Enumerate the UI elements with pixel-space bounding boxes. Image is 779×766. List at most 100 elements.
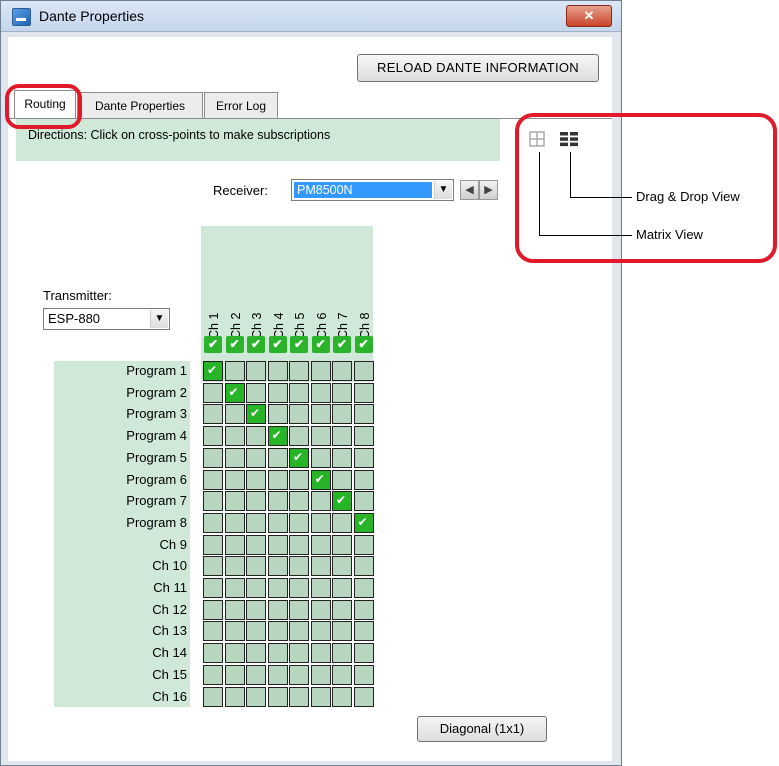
reload-dante-information-button[interactable]: RELOAD DANTE INFORMATION bbox=[357, 54, 599, 82]
crosspoint[interactable] bbox=[332, 686, 352, 707]
crosspoint[interactable] bbox=[289, 664, 309, 685]
crosspoint[interactable] bbox=[353, 469, 374, 490]
crosspoint[interactable] bbox=[246, 578, 266, 598]
check-icon[interactable]: ✔ bbox=[354, 336, 373, 353]
chevron-down-icon[interactable]: ▼ bbox=[434, 181, 452, 199]
crosspoint[interactable] bbox=[332, 578, 352, 598]
crosspoint[interactable] bbox=[203, 404, 223, 425]
previous-receiver-button[interactable]: ◀ bbox=[460, 180, 479, 200]
crosspoint[interactable] bbox=[267, 404, 288, 425]
crosspoint[interactable] bbox=[332, 404, 352, 425]
crosspoint[interactable] bbox=[246, 447, 266, 468]
crosspoint[interactable] bbox=[310, 447, 331, 468]
crosspoint[interactable] bbox=[246, 426, 266, 447]
crosspoint[interactable] bbox=[310, 426, 331, 447]
crosspoint-subscribed[interactable] bbox=[310, 469, 331, 490]
crosspoint[interactable] bbox=[267, 361, 288, 381]
crosspoint[interactable] bbox=[267, 578, 288, 598]
crosspoint[interactable] bbox=[289, 686, 309, 707]
crosspoint[interactable] bbox=[246, 664, 266, 685]
crosspoint[interactable] bbox=[310, 686, 331, 707]
crosspoint[interactable] bbox=[203, 491, 223, 512]
crosspoint[interactable] bbox=[203, 686, 223, 707]
crosspoint[interactable] bbox=[267, 447, 288, 468]
crosspoint[interactable] bbox=[224, 361, 245, 381]
crosspoint[interactable] bbox=[267, 382, 288, 403]
receiver-select[interactable]: PM8500N ▼ bbox=[291, 179, 454, 201]
crosspoint[interactable] bbox=[224, 578, 245, 598]
crosspoint[interactable] bbox=[310, 556, 331, 577]
crosspoint[interactable] bbox=[224, 426, 245, 447]
crosspoint[interactable] bbox=[267, 469, 288, 490]
check-icon[interactable]: ✔ bbox=[268, 336, 287, 353]
crosspoint[interactable] bbox=[203, 534, 223, 555]
crosspoint[interactable] bbox=[353, 578, 374, 598]
crosspoint[interactable] bbox=[224, 404, 245, 425]
crosspoint[interactable] bbox=[310, 534, 331, 555]
crosspoint[interactable] bbox=[246, 643, 266, 664]
crosspoint-subscribed[interactable] bbox=[332, 491, 352, 512]
next-receiver-button[interactable]: ▶ bbox=[479, 180, 498, 200]
crosspoint[interactable] bbox=[332, 534, 352, 555]
crosspoint[interactable] bbox=[246, 469, 266, 490]
crosspoint[interactable] bbox=[203, 556, 223, 577]
crosspoint[interactable] bbox=[353, 447, 374, 468]
crosspoint[interactable] bbox=[310, 512, 331, 533]
crosspoint[interactable] bbox=[224, 621, 245, 642]
crosspoint[interactable] bbox=[203, 469, 223, 490]
crosspoint[interactable] bbox=[289, 599, 309, 620]
crosspoint[interactable] bbox=[224, 447, 245, 468]
crosspoint[interactable] bbox=[203, 664, 223, 685]
crosspoint-subscribed[interactable] bbox=[203, 361, 223, 381]
crosspoint[interactable] bbox=[203, 426, 223, 447]
crosspoint[interactable] bbox=[267, 664, 288, 685]
crosspoint[interactable] bbox=[246, 556, 266, 577]
crosspoint[interactable] bbox=[224, 643, 245, 664]
crosspoint-subscribed[interactable] bbox=[289, 447, 309, 468]
crosspoint[interactable] bbox=[353, 534, 374, 555]
crosspoint[interactable] bbox=[289, 469, 309, 490]
crosspoint[interactable] bbox=[203, 599, 223, 620]
crosspoint[interactable] bbox=[224, 512, 245, 533]
crosspoint[interactable] bbox=[332, 447, 352, 468]
crosspoint[interactable] bbox=[246, 382, 266, 403]
crosspoint[interactable] bbox=[332, 512, 352, 533]
crosspoint[interactable] bbox=[203, 447, 223, 468]
crosspoint[interactable] bbox=[267, 599, 288, 620]
crosspoint[interactable] bbox=[353, 404, 374, 425]
crosspoint[interactable] bbox=[353, 599, 374, 620]
crosspoint[interactable] bbox=[267, 491, 288, 512]
crosspoint[interactable] bbox=[246, 512, 266, 533]
crosspoint[interactable] bbox=[267, 512, 288, 533]
check-icon[interactable]: ✔ bbox=[311, 336, 330, 353]
crosspoint[interactable] bbox=[289, 404, 309, 425]
crosspoint[interactable] bbox=[310, 361, 331, 381]
crosspoint[interactable] bbox=[267, 643, 288, 664]
crosspoint[interactable] bbox=[246, 361, 266, 381]
crosspoint[interactable] bbox=[224, 469, 245, 490]
diagonal-1x1-button[interactable]: Diagonal (1x1) bbox=[417, 716, 547, 742]
crosspoint-subscribed[interactable] bbox=[267, 426, 288, 447]
crosspoint[interactable] bbox=[310, 578, 331, 598]
crosspoint[interactable] bbox=[353, 361, 374, 381]
crosspoint[interactable] bbox=[246, 621, 266, 642]
crosspoint[interactable] bbox=[310, 621, 331, 642]
crosspoint[interactable] bbox=[353, 556, 374, 577]
crosspoint[interactable] bbox=[289, 621, 309, 642]
crosspoint[interactable] bbox=[289, 556, 309, 577]
crosspoint[interactable] bbox=[267, 556, 288, 577]
crosspoint[interactable] bbox=[310, 664, 331, 685]
crosspoint[interactable] bbox=[246, 534, 266, 555]
crosspoint[interactable] bbox=[353, 664, 374, 685]
crosspoint[interactable] bbox=[310, 491, 331, 512]
crosspoint[interactable] bbox=[289, 643, 309, 664]
crosspoint[interactable] bbox=[332, 599, 352, 620]
crosspoint[interactable] bbox=[289, 534, 309, 555]
crosspoint[interactable] bbox=[224, 664, 245, 685]
check-icon[interactable]: ✔ bbox=[247, 336, 265, 353]
crosspoint[interactable] bbox=[289, 491, 309, 512]
crosspoint[interactable] bbox=[267, 621, 288, 642]
crosspoint[interactable] bbox=[310, 643, 331, 664]
crosspoint[interactable] bbox=[289, 382, 309, 403]
tab-dante-properties[interactable]: Dante Properties bbox=[77, 92, 203, 119]
